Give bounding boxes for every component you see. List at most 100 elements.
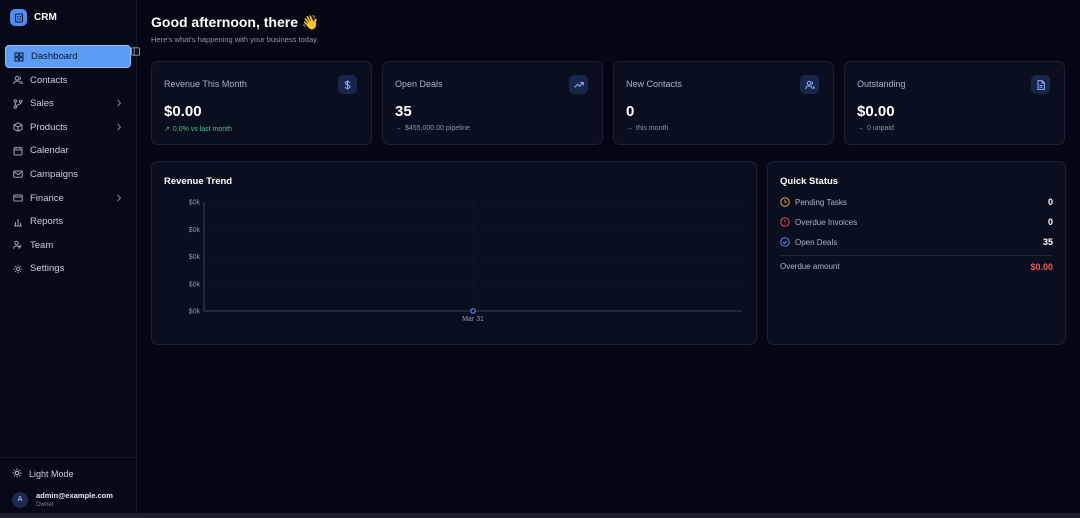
file-icon [1031, 75, 1050, 94]
sidebar-item-products[interactable]: Products [5, 116, 131, 139]
arrow-right-icon: → [395, 125, 402, 132]
quick-status-panel: Quick Status Pending Tasks 0 Overdue Inv… [767, 161, 1066, 345]
status-value: 35 [1042, 237, 1053, 247]
stat-card-revenue: Revenue This Month $0.00 ↗ 0.0% vs last m… [151, 61, 372, 145]
bar-chart-icon [13, 217, 23, 227]
user-email: admin@example.com [36, 491, 113, 500]
chevron-right-icon [116, 123, 122, 134]
sidebar-item-sales[interactable]: Sales [5, 92, 131, 115]
y-tick-label: $0k [189, 227, 201, 234]
stat-card-new-contacts: New Contacts 0 → this month [613, 61, 834, 145]
users-icon [800, 75, 819, 94]
sidebar: CRM Dashboard Contacts Sales Products Ca… [0, 0, 137, 518]
stat-card-sub: → $455,000.00 pipeline [395, 125, 471, 132]
stat-card-open-deals: Open Deals 35 → $455,000.00 pipeline [382, 61, 603, 145]
stat-card-value: 35 [395, 103, 412, 120]
y-tick-label: $0k [189, 200, 201, 207]
sidebar-item-settings[interactable]: Settings [5, 257, 131, 280]
brand[interactable]: CRM [10, 9, 57, 26]
status-label: Overdue Invoices [795, 217, 858, 227]
status-row-open-deals: Open Deals 35 [780, 235, 1053, 249]
status-label: Pending Tasks [795, 197, 847, 207]
stat-card-title: Revenue This Month [164, 79, 247, 89]
stat-card-value: $0.00 [164, 103, 202, 120]
grid-icon [14, 52, 24, 62]
arrow-right-icon: → [857, 125, 864, 132]
panel-title: Quick Status [780, 176, 839, 187]
sidebar-item-label: Contacts [30, 74, 68, 86]
mail-icon [13, 169, 23, 179]
overdue-amount-row: Overdue amount $0.00 [780, 262, 1053, 272]
sidebar-item-team[interactable]: Team [5, 234, 131, 257]
revenue-trend-chart[interactable]: $0k $0k $0k $0k $0k Mar 31 [162, 194, 747, 324]
stat-card-title: Outstanding [857, 79, 906, 89]
sidebar-item-contacts[interactable]: Contacts [5, 69, 131, 92]
panel-left-icon [130, 43, 140, 61]
sidebar-item-finance[interactable]: Finance [5, 187, 131, 210]
sidebar-item-label: Sales [30, 98, 54, 110]
alert-circle-icon [780, 217, 790, 227]
building-icon [10, 9, 27, 26]
stat-card-value: 0 [626, 103, 635, 120]
status-label: Open Deals [795, 237, 838, 247]
status-value: 0 [1047, 197, 1053, 207]
sidebar-footer: Light Mode A admin@example.com Owner [0, 457, 137, 518]
trending-up-icon [569, 75, 588, 94]
avatar: A [12, 491, 28, 508]
stat-card-title: New Contacts [626, 79, 683, 89]
y-tick-label: $0k [189, 309, 201, 316]
panel-title: Revenue Trend [164, 176, 233, 187]
divider [780, 255, 1053, 256]
data-point [470, 308, 476, 314]
theme-toggle-label: Light Mode [29, 469, 74, 479]
gear-icon [13, 264, 23, 274]
sidebar-item-label: Campaigns [30, 168, 79, 180]
stat-card-value: $0.00 [857, 103, 895, 120]
stat-card-title: Open Deals [395, 79, 443, 89]
arrow-right-icon: → [626, 125, 633, 132]
users-icon [13, 75, 23, 85]
clock-icon [780, 197, 790, 207]
sidebar-item-label: Finance [30, 192, 64, 204]
sidebar-nav: Dashboard Contacts Sales Products Calend… [5, 45, 131, 281]
sidebar-item-campaigns[interactable]: Campaigns [5, 163, 131, 186]
stat-card-outstanding: Outstanding $0.00 → 0 unpaid [844, 61, 1065, 145]
calendar-icon [13, 146, 23, 156]
overdue-amount-label: Overdue amount [780, 262, 840, 271]
sidebar-item-label: Calendar [30, 145, 69, 157]
status-row-overdue-invoices: Overdue Invoices 0 [780, 215, 1053, 229]
check-circle-icon [780, 237, 790, 247]
git-branch-icon [13, 98, 23, 109]
user-role: Owner [36, 502, 54, 508]
sidebar-item-label: Dashboard [31, 51, 78, 62]
trend-up-arrow-icon: ↗ [164, 126, 170, 133]
team-icon [13, 240, 23, 250]
stat-card-sub: ↗ 0.0% vs last month [164, 125, 233, 134]
sidebar-item-dashboard[interactable]: Dashboard [5, 45, 131, 68]
x-tick-label: Mar 31 [462, 316, 484, 323]
chevron-right-icon [116, 194, 122, 205]
sidebar-item-label: Reports [30, 216, 64, 228]
sidebar-item-calendar[interactable]: Calendar [5, 139, 131, 162]
chevron-right-icon [116, 99, 122, 110]
status-value: 0 [1047, 217, 1053, 227]
page-title: Good afternoon, there 👋 [151, 14, 320, 30]
stat-card-sub: → this month [626, 125, 669, 132]
user-menu[interactable]: A admin@example.com Owner [12, 491, 113, 508]
stat-card-sub: → 0 unpaid [857, 125, 894, 132]
taskbar [0, 513, 1080, 518]
sidebar-collapse-button[interactable] [129, 46, 141, 58]
y-tick-label: $0k [189, 254, 201, 261]
sidebar-item-label: Team [30, 239, 54, 251]
theme-toggle-button[interactable]: Light Mode [12, 468, 74, 480]
y-tick-label: $0k [189, 281, 201, 288]
sun-icon [12, 468, 22, 480]
sidebar-item-label: Products [30, 121, 68, 133]
status-row-pending-tasks: Pending Tasks 0 [780, 195, 1053, 209]
overdue-amount-value: $0.00 [1030, 262, 1053, 272]
revenue-trend-panel: Revenue Trend $0k $0k $0k $0k $0k Mar 31 [151, 161, 757, 345]
sidebar-item-reports[interactable]: Reports [5, 210, 131, 233]
page-subtitle: Here's what's happening with your busine… [151, 35, 319, 44]
brand-name: CRM [34, 12, 57, 23]
dollar-icon [338, 75, 357, 94]
